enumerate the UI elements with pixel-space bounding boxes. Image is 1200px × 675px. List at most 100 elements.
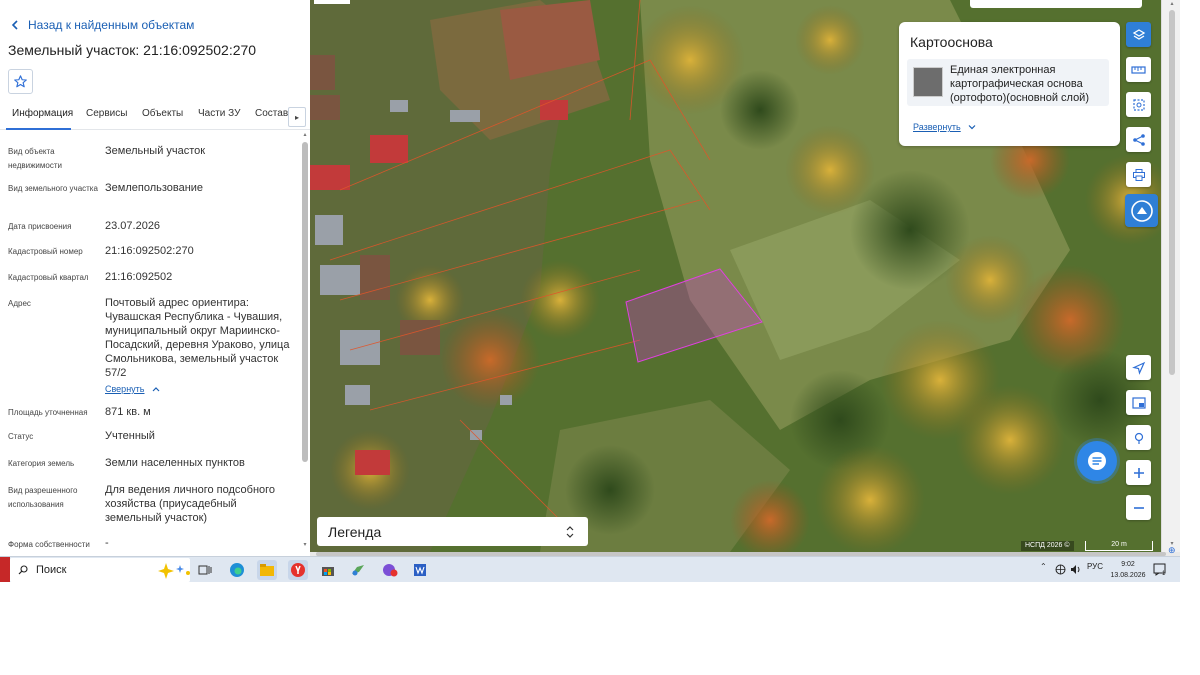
notifications-icon[interactable]: 1 xyxy=(1153,563,1167,576)
field-label-ownership: Форма собственности xyxy=(8,540,90,549)
field-label-address: Адрес xyxy=(8,299,31,308)
field-label-land-type: Вид земельного участка xyxy=(8,184,98,193)
start-edge[interactable] xyxy=(0,557,10,582)
clock-time: 9:02 xyxy=(1121,561,1135,568)
scroll-up-arrow-icon[interactable]: ▴ xyxy=(302,132,308,138)
search-icon xyxy=(18,565,28,575)
field-label-area: Площадь уточненная xyxy=(8,408,88,417)
layers-icon xyxy=(1132,28,1145,40)
field-value-land-type: Землепользование xyxy=(105,182,204,194)
legend-label: Легенда xyxy=(328,523,382,540)
share-button[interactable] xyxy=(1126,127,1151,152)
network-globe-icon[interactable] xyxy=(1055,564,1066,575)
ruler-icon xyxy=(1131,65,1146,74)
tab-information[interactable]: Информация xyxy=(12,108,73,119)
basemap-card: Картооснова Единая электронная картограф… xyxy=(899,22,1120,146)
layers-button[interactable] xyxy=(1126,22,1151,47)
field-label-permitted-use: Вид разрешенного использования xyxy=(8,486,78,509)
basemap-option-label: Единая электронная картографическая осно… xyxy=(950,64,1089,104)
field-label-status: Статус xyxy=(8,432,34,441)
map-control-stub xyxy=(314,0,350,4)
photos-button[interactable] xyxy=(348,560,368,580)
zoom-in-button[interactable] xyxy=(1126,460,1151,485)
print-icon xyxy=(1132,168,1145,181)
field-value-permitted-use: Для ведения личного подсобного хозяйства… xyxy=(105,484,276,524)
tabs-scroll-right-button[interactable]: ▸ xyxy=(288,107,306,127)
tab-services[interactable]: Сервисы xyxy=(86,108,127,119)
edge-icon xyxy=(230,563,244,577)
basemap-expand-link[interactable]: Развернуть xyxy=(913,122,976,132)
assistant-logo-button[interactable] xyxy=(1125,194,1158,227)
field-label-cadastral-number: Кадастровый номер xyxy=(8,247,83,256)
panel-scrollbar[interactable]: ▴ ▾ xyxy=(302,132,308,550)
map-view[interactable]: Картооснова Единая электронная картограф… xyxy=(310,0,1161,552)
field-label-land-category: Категория земель xyxy=(8,459,75,468)
basemap-option[interactable]: Единая электронная картографическая осно… xyxy=(907,59,1109,106)
print-button[interactable] xyxy=(1126,162,1151,187)
logo-button-icon xyxy=(1130,199,1153,222)
favorite-button[interactable] xyxy=(8,69,33,94)
task-view-button[interactable] xyxy=(195,560,215,580)
yandex-browser-button[interactable] xyxy=(288,560,308,580)
chevron-down-icon xyxy=(968,125,976,130)
geo-search-button[interactable] xyxy=(1126,425,1151,450)
volume-icon[interactable] xyxy=(1070,564,1081,575)
back-to-results-link[interactable]: Назад к найденным объектам xyxy=(8,16,194,34)
tab-bar: Информация Сервисы Объекты Части ЗУ Сост… xyxy=(0,103,310,130)
app-window: Назад к найденным объектам Земельный уча… xyxy=(0,0,1200,582)
field-value-area: 871 кв. м xyxy=(105,406,151,418)
basemap-expand-label: Развернуть xyxy=(913,122,961,132)
clock-date: 13.08.2026 xyxy=(1110,572,1146,579)
back-link-label: Назад к найденным объектам xyxy=(28,18,195,32)
zoom-out-button[interactable] xyxy=(1126,495,1151,520)
file-explorer-button[interactable] xyxy=(257,560,277,580)
taskbar-search-placeholder: Поиск xyxy=(36,564,67,576)
map-scale-bar: 20 m xyxy=(1085,541,1153,551)
zoom-out-icon xyxy=(1133,506,1144,509)
tab-parts[interactable]: Части ЗУ xyxy=(198,108,240,119)
legend-toggle[interactable]: Легенда xyxy=(317,517,588,546)
zoom-corner-icon[interactable]: ⊕ xyxy=(1168,545,1176,556)
picture-in-picture-icon xyxy=(1131,396,1146,409)
edge-button[interactable] xyxy=(227,560,247,580)
taskbar-search-box[interactable]: Поиск xyxy=(10,558,190,582)
word-button[interactable] xyxy=(410,560,430,580)
collapse-address-link[interactable]: Свернуть xyxy=(105,384,160,394)
panel-scroll-thumb[interactable] xyxy=(302,142,308,462)
badge-app-button[interactable] xyxy=(380,560,400,580)
map-search-stub[interactable] xyxy=(970,0,1142,8)
scroll-down-arrow-icon[interactable]: ▾ xyxy=(302,542,308,548)
system-clock[interactable]: 9:02 13.08.2026 xyxy=(1107,559,1149,581)
store-icon xyxy=(322,567,334,576)
geo-search-icon xyxy=(1134,432,1143,444)
tab-objects[interactable]: Объекты xyxy=(142,108,183,119)
field-value-address: Почтовый адрес ориентира: Чувашская Респ… xyxy=(105,297,290,379)
field-label-object-type: Вид объекта недвижимости xyxy=(8,147,62,170)
basemap-title: Картооснова xyxy=(910,34,993,50)
tab-composition[interactable]: Состав xyxy=(255,108,288,119)
page-scroll-up-icon[interactable]: ▴ xyxy=(1168,0,1176,7)
chat-button[interactable] xyxy=(1077,441,1117,481)
chevron-up-icon xyxy=(153,387,160,392)
map-attribution: НСПД 2026 © xyxy=(1021,541,1074,551)
language-indicator[interactable]: РУС xyxy=(1087,562,1103,571)
store-button[interactable] xyxy=(318,560,338,580)
tray-chevron-icon[interactable]: ⌃ xyxy=(1040,562,1047,571)
app-red-badge-icon xyxy=(383,564,398,577)
field-value-cadastral-number: 21:16:092502:270 xyxy=(105,245,194,257)
locate-icon xyxy=(1131,361,1145,375)
measure-button[interactable] xyxy=(1126,57,1151,82)
select-area-icon xyxy=(1132,98,1145,111)
zoom-in-icon xyxy=(1133,467,1144,478)
select-area-button[interactable] xyxy=(1126,92,1151,117)
minimap-button[interactable] xyxy=(1126,390,1151,415)
page-vertical-scrollbar[interactable]: ▴ ▾ xyxy=(1161,0,1180,552)
collapse-link-label: Свернуть xyxy=(105,384,145,394)
field-label-assign-date: Дата присвоения xyxy=(8,222,72,231)
field-label-cadastral-quarter: Кадастровый квартал xyxy=(8,273,89,282)
chat-icon xyxy=(1088,452,1106,470)
locate-button[interactable] xyxy=(1126,355,1151,380)
page-scroll-thumb[interactable] xyxy=(1169,10,1175,375)
page-title: Земельный участок: 21:16:092502:270 xyxy=(8,42,257,58)
field-value-ownership: - xyxy=(105,537,109,549)
